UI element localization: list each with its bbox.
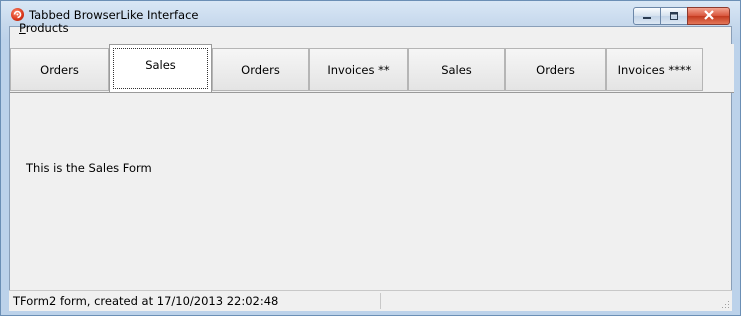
size-grip-icon[interactable]	[720, 299, 730, 309]
tab-strip: Orders Sales Orders Invoices ** Sales Or…	[10, 44, 734, 92]
app-icon[interactable]	[11, 8, 24, 21]
tab-sales-2[interactable]: Sales	[408, 48, 505, 91]
tab-orders-1[interactable]: Orders	[10, 48, 109, 91]
status-panel-main: TForm2 form, created at 17/10/2013 22:02…	[9, 293, 381, 309]
close-button[interactable]	[687, 7, 730, 25]
tab-orders-2[interactable]: Orders	[212, 48, 309, 91]
minimize-button[interactable]	[633, 7, 661, 25]
menu-bar-products[interactable]: Products	[19, 21, 69, 35]
tab-label: Orders	[40, 62, 79, 77]
menu-products-rest-label: roducts	[25, 21, 69, 35]
maximize-button[interactable]	[660, 7, 688, 25]
tab-label: Invoices **	[327, 62, 390, 77]
tab-label: Orders	[241, 62, 280, 77]
close-icon	[703, 9, 715, 23]
caption-buttons	[633, 7, 730, 25]
tab-label: Sales	[441, 62, 472, 77]
sales-form-text: This is the Sales Form	[26, 161, 152, 175]
tab-label: Invoices ****	[617, 62, 692, 77]
app-window: Tabbed BrowserLike Interface Products Or…	[0, 0, 741, 316]
window-title: Tabbed BrowserLike Interface	[29, 8, 199, 22]
tab-label: Sales	[145, 57, 176, 72]
tab-baseline	[10, 92, 734, 93]
tab-invoices-1[interactable]: Invoices **	[309, 48, 408, 91]
maximize-icon	[669, 10, 679, 23]
menu-products-accel-label: P	[19, 21, 26, 35]
tab-invoices-2[interactable]: Invoices ****	[606, 48, 703, 91]
tab-sales-1[interactable]: Sales	[109, 44, 212, 92]
tab-orders-3[interactable]: Orders	[505, 48, 606, 91]
status-bar: TForm2 form, created at 17/10/2013 22:02…	[9, 290, 732, 311]
tab-label: Orders	[536, 62, 575, 77]
minimize-icon	[642, 10, 652, 23]
